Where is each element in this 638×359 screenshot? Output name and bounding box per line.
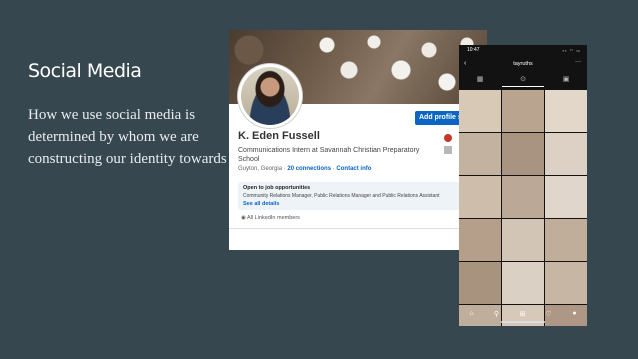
slide-body-text: How we use social media is determined by… [28, 107, 227, 167]
connections-link[interactable]: 20 connections [287, 166, 331, 172]
profile-username: tayruths [513, 61, 533, 67]
photo-thumbnail[interactable] [459, 219, 501, 261]
photo-thumbnail[interactable] [545, 262, 587, 304]
eye-icon: ◉ [241, 215, 246, 221]
org-logo-icon [444, 146, 452, 154]
profile-header: ‹ tayruths ··· [459, 57, 587, 71]
slide: Social Media How we use social media is … [0, 0, 638, 359]
photo-thumbnail[interactable] [545, 219, 587, 261]
status-bar: 10:47 ▪▪ ◠ ▭ [459, 45, 587, 55]
bottom-nav: ⌂ ⚲ ⊞ ♡ ● [459, 307, 587, 326]
slide-title: Social Media [28, 60, 142, 82]
photo-thumbnail[interactable] [502, 176, 544, 218]
profile-location-row: Guyton, Georgia · 20 connections · Conta… [238, 166, 371, 172]
separator-dot: · [332, 166, 335, 172]
contact-info-link[interactable]: Contact info [336, 166, 371, 172]
active-tab-indicator [502, 86, 544, 87]
home-icon[interactable]: ⌂ [459, 310, 484, 317]
home-indicator [501, 321, 545, 323]
photo-thumbnail[interactable] [545, 133, 587, 175]
photo-thumbnail[interactable] [459, 90, 501, 132]
instagram-screenshot: 10:47 ▪▪ ◠ ▭ ‹ tayruths ··· ▦ ⊙ ▣ ⌂ ⚲ ⊞ … [459, 45, 587, 326]
photo-thumbnail[interactable] [502, 90, 544, 132]
ellipsis-icon[interactable]: ··· [575, 59, 581, 65]
visibility-row: ◉ All LinkedIn members [241, 215, 300, 221]
open-to-work-card: Open to job opportunities Community Rela… [238, 182, 478, 210]
profile-headline: Communications Intern at Savannah Christ… [238, 147, 420, 163]
photo-thumbnail[interactable] [502, 219, 544, 261]
visibility-label: All LinkedIn members [247, 215, 300, 221]
linkedin-screenshot: Add profile se K. Eden Fussell Communica… [229, 30, 487, 250]
add-post-icon[interactable]: ⊞ [510, 310, 535, 318]
photo-thumbnail[interactable] [459, 176, 501, 218]
linkedin-avatar [238, 64, 302, 128]
photo-thumbnail[interactable] [545, 176, 587, 218]
signal-wifi-battery-icon: ▪▪ ◠ ▭ [562, 48, 581, 53]
profile-icon[interactable]: ● [562, 310, 587, 317]
reels-icon[interactable]: ⊙ [502, 73, 544, 87]
divider [229, 228, 487, 229]
status-time: 10:47 [467, 47, 480, 53]
grid-icon[interactable]: ▦ [459, 73, 501, 87]
profile-name: K. Eden Fussell [238, 130, 320, 142]
search-icon[interactable]: ⚲ [484, 310, 509, 318]
profile-location: Guyton, Georgia [238, 166, 283, 172]
tagged-icon[interactable]: ▣ [545, 73, 587, 87]
school-logo-icon [444, 134, 452, 142]
see-all-details-link[interactable]: See all details [243, 201, 279, 207]
avatar-photo [241, 67, 299, 125]
profile-tabs: ▦ ⊙ ▣ [459, 73, 587, 87]
photo-thumbnail[interactable] [459, 133, 501, 175]
photo-thumbnail[interactable] [545, 90, 587, 132]
separator-dot: · [283, 166, 286, 172]
open-to-work-roles: Community Relations Manager, Public Rela… [243, 193, 440, 199]
open-to-work-title: Open to job opportunities [243, 185, 311, 191]
photo-grid [459, 90, 587, 326]
photo-thumbnail[interactable] [459, 262, 501, 304]
photo-thumbnail[interactable] [502, 262, 544, 304]
photo-thumbnail[interactable] [502, 133, 544, 175]
heart-icon[interactable]: ♡ [536, 310, 561, 318]
